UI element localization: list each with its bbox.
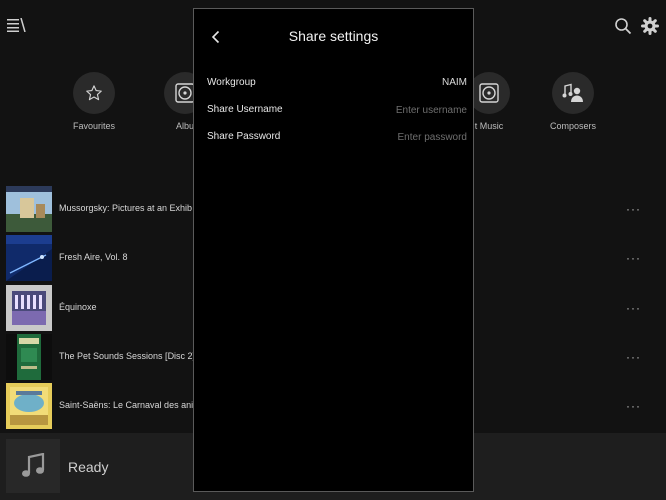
album-title: Équinoxe [59, 302, 97, 312]
category-label: Composers [549, 121, 596, 131]
composer-icon [552, 72, 594, 114]
category-label: t Music [474, 121, 504, 131]
album-art [6, 186, 52, 232]
more-options-icon[interactable]: ··· [626, 399, 641, 413]
album-title: Saint-Saëns: Le Carnaval des ani [59, 400, 194, 410]
share-password-label: Share Password [207, 131, 281, 142]
album-art [6, 334, 52, 380]
music-note-icon [6, 439, 60, 493]
share-settings-dialog: Share settings Workgroup NAIM Share User… [193, 8, 474, 492]
album-title: The Pet Sounds Sessions [Disc 2] [59, 351, 196, 361]
more-options-icon[interactable]: ··· [626, 251, 641, 265]
category-label: Favourites [72, 121, 116, 131]
album-art [6, 235, 52, 281]
star-icon [73, 72, 115, 114]
disc-icon [468, 72, 510, 114]
category-label: Albu [175, 121, 194, 131]
playback-status: Ready [68, 459, 109, 475]
dialog-title: Share settings [288, 28, 379, 44]
workgroup-label: Workgroup [207, 77, 256, 88]
workgroup-row[interactable]: Workgroup NAIM [207, 77, 467, 95]
album-title: Mussorgsky: Pictures at an Exhib [59, 203, 193, 213]
share-password-input[interactable] [337, 129, 467, 145]
category-composers[interactable]: Composers [528, 72, 618, 131]
workgroup-value[interactable]: NAIM [442, 77, 467, 88]
gear-icon[interactable] [639, 15, 661, 37]
category-favourites[interactable]: Favourites [49, 72, 139, 131]
more-options-icon[interactable]: ··· [626, 350, 641, 364]
share-password-row: Share Password [207, 129, 467, 149]
share-username-row: Share Username [207, 102, 467, 122]
album-art [6, 383, 52, 429]
album-art [6, 285, 52, 331]
share-username-label: Share Username [207, 104, 283, 115]
share-username-input[interactable] [337, 102, 467, 118]
search-icon[interactable] [612, 15, 634, 37]
more-options-icon[interactable]: ··· [626, 202, 641, 216]
more-options-icon[interactable]: ··· [626, 301, 641, 315]
album-title: Fresh Aire, Vol. 8 [59, 252, 128, 262]
list-menu-icon[interactable] [6, 15, 28, 35]
